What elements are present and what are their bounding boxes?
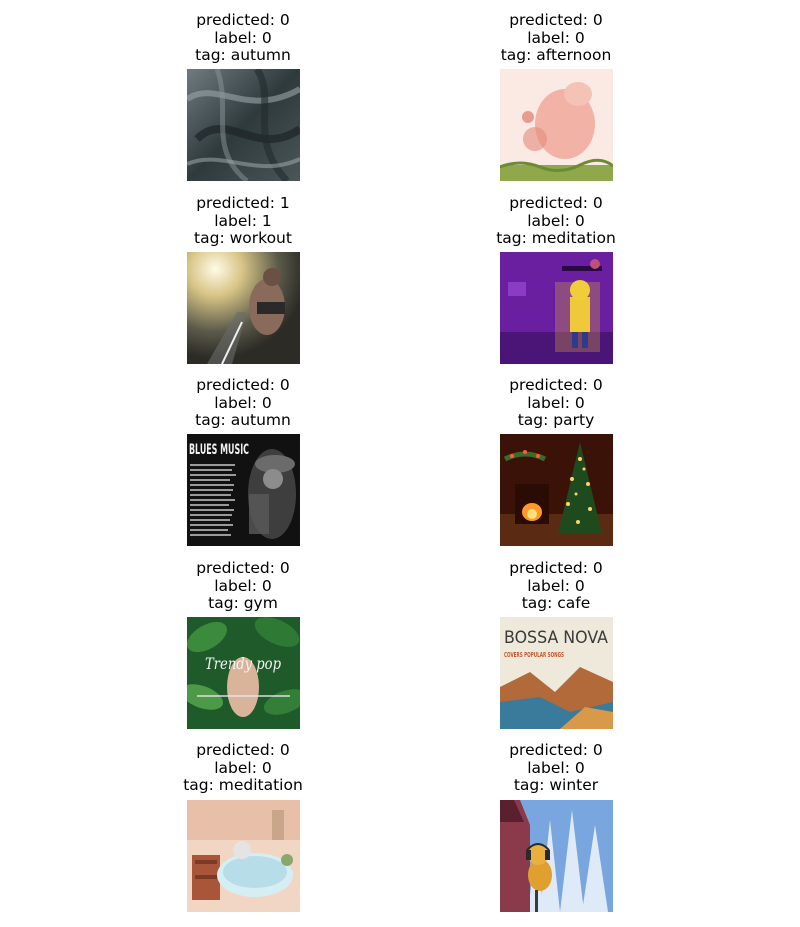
- figure-cell-4: predicted: 0 label: 0 tag: meditation: [406, 194, 706, 248]
- figure-cell-8: predicted: 0 label: 0 tag: cafe: [406, 559, 706, 613]
- predicted-text: predicted: 0: [196, 11, 290, 29]
- predicted-text: predicted: 1: [196, 194, 290, 212]
- figure-cell-1: predicted: 0 label: 0 tag: autumn: [93, 11, 393, 65]
- cell-caption: predicted: 0 label: 0 tag: gym: [93, 559, 393, 613]
- thumbnail-cafe-bossa-nova: BOSSA NOVA COVERS POPULAR SONGS: [500, 617, 613, 729]
- figure-cell-3: predicted: 1 label: 1 tag: workout: [93, 194, 393, 248]
- predicted-text: predicted: 0: [196, 741, 290, 759]
- tag-text: tag: winter: [513, 776, 599, 795]
- thumbnail-meditation-bathtub: [187, 800, 300, 912]
- cell-caption: predicted: 0 label: 0 tag: autumn: [93, 376, 393, 430]
- label-text: label: 0: [527, 211, 585, 230]
- cell-caption: predicted: 0 label: 0 tag: meditation: [406, 194, 706, 248]
- thumbnail-winter-dog: [500, 800, 613, 912]
- cell-caption: predicted: 0 label: 0 tag: winter: [406, 741, 706, 795]
- tag-text: tag: party: [517, 411, 595, 430]
- figure-cell-6: predicted: 0 label: 0 tag: party: [406, 376, 706, 430]
- bossa-nova-cover-subtext: COVERS POPULAR SONGS: [504, 651, 564, 659]
- tag-text: tag: cafe: [521, 594, 591, 613]
- thumbnail-meditation-purple-room: [500, 252, 613, 364]
- label-text: label: 0: [527, 393, 585, 412]
- predicted-text: predicted: 0: [509, 376, 603, 394]
- cell-caption: predicted: 0 label: 0 tag: cafe: [406, 559, 706, 613]
- tag-text: tag: afternoon: [500, 46, 612, 65]
- tag-text: tag: autumn: [195, 411, 291, 430]
- figure-cell-2: predicted: 0 label: 0 tag: afternoon: [406, 11, 706, 65]
- cell-caption: predicted: 0 label: 0 tag: afternoon: [406, 11, 706, 65]
- bossa-nova-cover-text: BOSSA NOVA: [504, 628, 608, 648]
- thumbnail-gym-trendy-pop: Trendy pop: [187, 617, 300, 729]
- thumbnail-blues-music-cover: BLUES MUSIC: [187, 434, 300, 546]
- thumbnail-party-christmas: [500, 434, 613, 546]
- thumbnail-afternoon-creature: [500, 69, 613, 181]
- cell-caption: predicted: 1 label: 1 tag: workout: [93, 194, 393, 248]
- figure-cell-9: predicted: 0 label: 0 tag: meditation: [93, 741, 393, 795]
- blues-music-cover-text: BLUES MUSIC: [189, 442, 249, 458]
- figure-cell-7: predicted: 0 label: 0 tag: gym: [93, 559, 393, 613]
- tag-text: tag: workout: [194, 229, 292, 248]
- label-text: label: 0: [527, 576, 585, 595]
- predicted-text: predicted: 0: [509, 559, 603, 577]
- label-text: label: 0: [214, 393, 272, 412]
- thumbnail-autumn-fabric: [187, 69, 300, 181]
- tag-text: tag: gym: [208, 594, 278, 613]
- tag-text: tag: autumn: [195, 46, 291, 65]
- predicted-text: predicted: 0: [509, 741, 603, 759]
- thumbnail-workout-athlete: [187, 252, 300, 364]
- label-text: label: 1: [214, 211, 272, 230]
- tag-text: tag: meditation: [183, 776, 303, 795]
- figure-cell-5: predicted: 0 label: 0 tag: autumn: [93, 376, 393, 430]
- cell-caption: predicted: 0 label: 0 tag: autumn: [93, 11, 393, 65]
- label-text: label: 0: [214, 758, 272, 777]
- cell-caption: predicted: 0 label: 0 tag: party: [406, 376, 706, 430]
- cell-caption: predicted: 0 label: 0 tag: meditation: [93, 741, 393, 795]
- trendy-pop-cover-text: Trendy pop: [205, 654, 281, 673]
- label-text: label: 0: [527, 28, 585, 47]
- tag-text: tag: meditation: [496, 229, 616, 248]
- label-text: label: 0: [527, 758, 585, 777]
- predicted-text: predicted: 0: [509, 11, 603, 29]
- predicted-text: predicted: 0: [509, 194, 603, 212]
- predicted-text: predicted: 0: [196, 376, 290, 394]
- label-text: label: 0: [214, 28, 272, 47]
- label-text: label: 0: [214, 576, 272, 595]
- predicted-text: predicted: 0: [196, 559, 290, 577]
- figure-cell-10: predicted: 0 label: 0 tag: winter: [406, 741, 706, 795]
